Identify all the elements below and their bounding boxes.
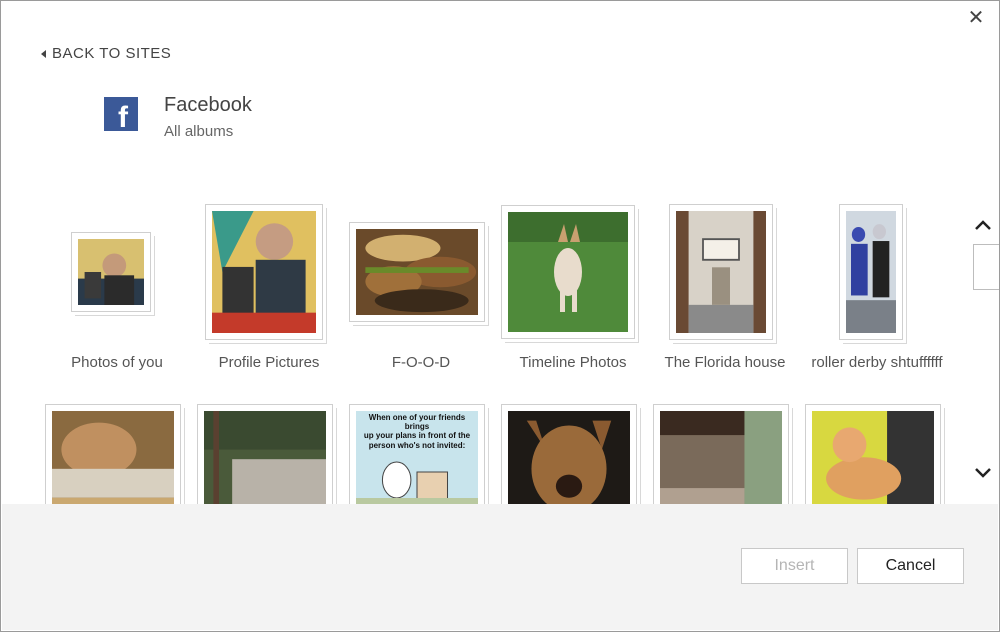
album-cover-image <box>508 212 628 332</box>
album-cover-image <box>212 211 316 333</box>
album-cover-image <box>660 411 782 506</box>
album-cover-image <box>204 411 326 506</box>
back-to-sites-link[interactable]: BACK TO SITES <box>41 45 171 62</box>
scroll-down-icon[interactable] <box>972 463 994 485</box>
album-cover-image <box>356 229 478 315</box>
album-cover-image <box>676 211 766 333</box>
album-label: roller derby shtuffffff <box>811 354 943 371</box>
site-subtitle: All albums <box>164 123 234 140</box>
meme-caption-line: When one of your friends brings <box>368 413 466 432</box>
album-cover-image <box>812 411 934 506</box>
dialog-footer: Insert Cancel <box>2 504 998 630</box>
album-grid: Photos of you Profile Pictures F-O-O-D T… <box>41 196 961 506</box>
album-cover-image <box>52 411 174 506</box>
scrollbar-thumb[interactable] <box>973 244 999 290</box>
site-header: f Facebook All albums <box>104 94 252 140</box>
album-cover-image <box>508 411 630 506</box>
meme-caption-line: person who's not invited: <box>368 440 466 450</box>
album-picker-dialog: ✕ BACK TO SITES f Facebook All albums Ph… <box>0 0 1000 632</box>
scroll-up-icon[interactable] <box>972 215 994 237</box>
album-cover-image <box>78 239 144 305</box>
cancel-button[interactable]: Cancel <box>857 548 964 584</box>
insert-button[interactable]: Insert <box>741 548 848 584</box>
facebook-logo-icon: f <box>104 97 138 131</box>
close-icon[interactable]: ✕ <box>965 7 987 29</box>
meme-caption-line: up your plans in front of the <box>363 431 471 441</box>
site-name: Facebook <box>164 94 252 116</box>
chevron-left-icon <box>41 49 46 58</box>
album-cover-image: When one of your friends brings up your … <box>356 411 478 506</box>
back-label: BACK TO SITES <box>52 45 172 62</box>
album-cover-image <box>846 211 896 333</box>
